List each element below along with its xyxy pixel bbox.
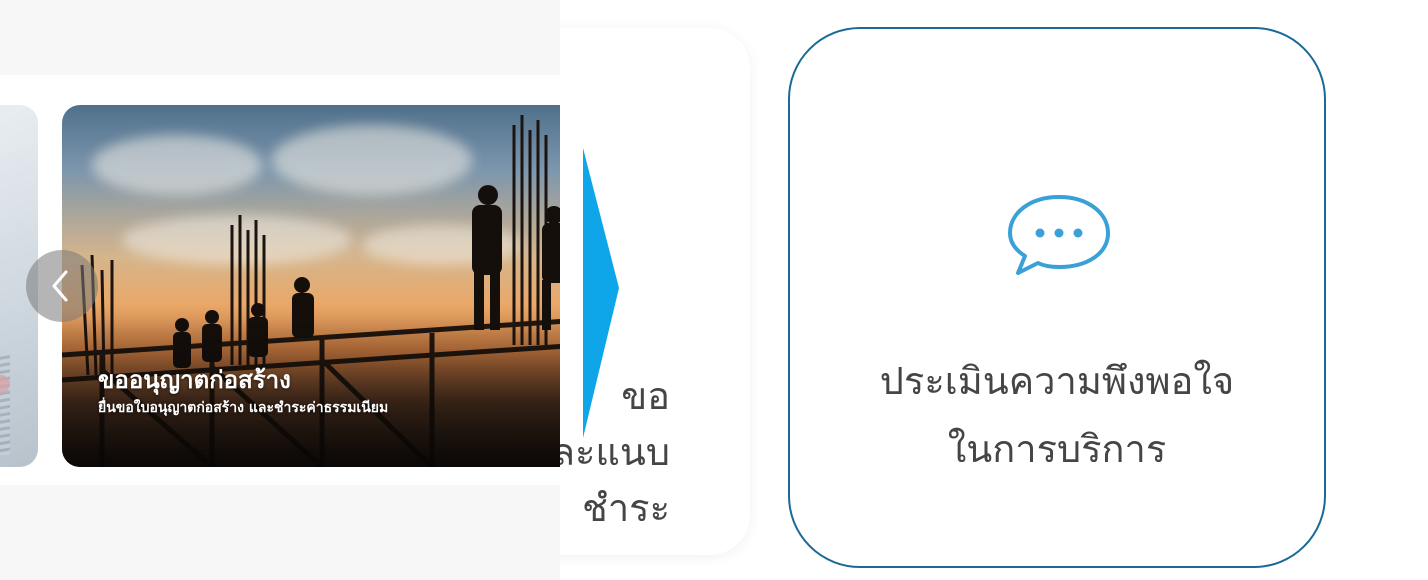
slide-title: ขออนุญาตก่อสร้าง <box>98 366 291 394</box>
service-card-title-line-1: ประเมินความพึงพอใจ <box>879 359 1235 403</box>
carousel-slide-construction-permit[interactable]: ขออนุญาตก่อสร้าง ยื่นขอใบอนุญาตก่อสร้าง … <box>62 105 560 467</box>
slide-image-detail <box>0 355 10 455</box>
slide-subtitle: ยื่นขอใบอนุญาตก่อสร้าง และชำระค่าธรรมเนี… <box>98 400 389 416</box>
service-card-title-line-2: ในการบริการ <box>947 427 1167 471</box>
slide-caption: ขออนุญาตก่อสร้าง ยื่นขอใบอนุญาตก่อสร้าง … <box>98 363 388 419</box>
carousel-panel: ขออนุญาตก่อสร้าง ยื่นขอใบอนุญาตก่อสร้าง … <box>0 0 560 580</box>
arrow-right-icon <box>583 148 619 438</box>
chevron-left-icon <box>52 270 68 302</box>
service-card-satisfaction-survey[interactable]: ประเมินความพึงพอใจ ในการบริการ <box>788 27 1326 568</box>
service-card-title: ประเมินความพึงพอใจ ในการบริการ <box>790 347 1324 483</box>
chat-bubble-icon <box>1008 195 1110 275</box>
carousel-prev-button[interactable] <box>26 250 98 322</box>
